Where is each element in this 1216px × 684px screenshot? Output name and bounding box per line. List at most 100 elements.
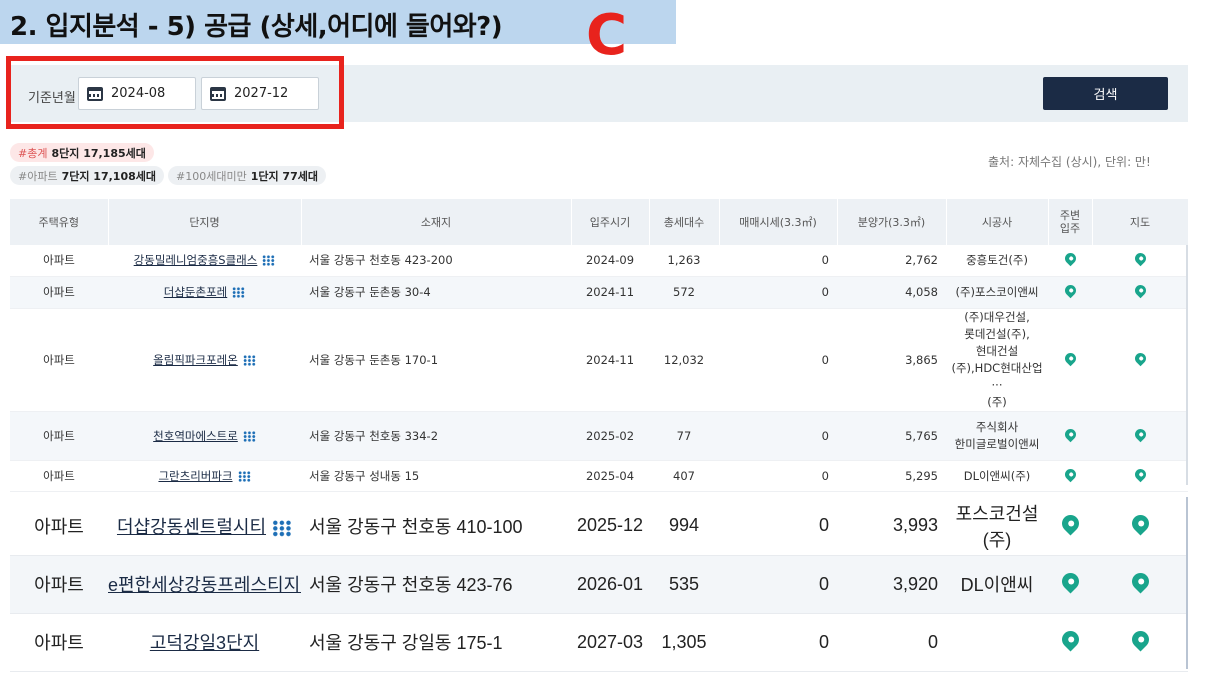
col-header[interactable]: 분양가(3.3㎡) <box>837 199 947 245</box>
col-header[interactable]: 총세대수 <box>649 199 720 245</box>
col-header[interactable]: 소재지 <box>301 199 572 245</box>
cell-type: 아파트 <box>10 497 108 556</box>
complex-name-link[interactable]: e편한세상강동프레스티지원 <box>108 575 301 595</box>
apartment-tag: #아파트 <box>18 169 58 183</box>
cell-date: 2024-11 <box>571 308 649 412</box>
map-pin-icon[interactable] <box>1057 569 1083 594</box>
grid-dots-icon[interactable] <box>242 430 256 442</box>
search-button[interactable]: 검색 <box>1043 77 1168 110</box>
map-pin-icon[interactable] <box>1132 426 1148 442</box>
cell-units: 994 <box>649 497 719 556</box>
col-header[interactable]: 입주시기 <box>571 199 650 245</box>
cell-name: 천호역마에스트로 <box>108 411 301 461</box>
cell-builder <box>946 613 1048 672</box>
grid-dots-icon[interactable] <box>232 287 246 298</box>
cell-offer-price: 5,295 <box>837 460 946 492</box>
cell-sale-price: 0 <box>719 276 837 309</box>
cell-nearby <box>1048 411 1092 461</box>
highlight-box <box>6 56 344 129</box>
cell-sale-price: 0 <box>719 497 837 556</box>
map-pin-icon[interactable] <box>1132 282 1148 299</box>
cell-nearby <box>1048 245 1092 277</box>
cell-name: 그란츠리버파크 <box>108 460 301 492</box>
map-pin-icon[interactable] <box>1062 350 1078 366</box>
col-header[interactable]: 매매시세(3.3㎡) <box>719 199 838 245</box>
supply-table: 주택유형 단지명 소재지 입주시기 총세대수 매매시세(3.3㎡) 분양가(3.… <box>10 199 1189 492</box>
complex-name-link[interactable]: 고덕강일3단지 <box>150 633 259 653</box>
complex-name-link[interactable]: 강동밀레니엄중흥S클래스 <box>134 253 258 267</box>
complex-name-link[interactable]: 그란츠리버파크 <box>158 469 232 483</box>
grid-dots-icon[interactable] <box>262 255 276 267</box>
cell-units: 12,032 <box>649 308 719 412</box>
map-pin-icon[interactable] <box>1062 466 1078 482</box>
cell-sale-price: 0 <box>719 411 837 461</box>
table-scrollbar[interactable] <box>1186 497 1188 669</box>
cell-address: 서울 강동구 천호동 410-100 <box>301 497 571 556</box>
cell-map <box>1092 245 1188 277</box>
complex-name-link[interactable]: 더샵강동센트럴시티 <box>117 517 266 537</box>
map-pin-icon[interactable] <box>1132 350 1148 366</box>
cell-map <box>1092 411 1188 461</box>
cell-map <box>1092 497 1188 556</box>
cell-name: 올림픽파크포레온 <box>108 308 301 412</box>
apartment-value: 7단지 17,108세대 <box>61 169 156 183</box>
cell-date: 2027-03 <box>571 613 649 672</box>
map-pin-icon[interactable] <box>1127 627 1153 652</box>
cell-address: 서울 강동구 천호동 334-2 <box>301 411 571 461</box>
cell-address: 서울 강동구 천호동 423-76 <box>301 555 571 614</box>
map-pin-icon[interactable] <box>1057 511 1083 536</box>
cell-builder: 중흥토건(주) <box>946 245 1048 277</box>
table-row: 아파트 그란츠리버파크 서울 강동구 성내동 15 2025-04 407 0 … <box>10 460 1188 492</box>
col-header[interactable]: 주택유형 <box>10 199 109 245</box>
map-pin-icon[interactable] <box>1127 511 1153 536</box>
complex-name-link[interactable]: 더샵둔촌포레 <box>164 285 227 299</box>
cell-name: 더샵둔촌포레 <box>108 276 301 309</box>
cell-nearby <box>1048 613 1092 672</box>
cell-type: 아파트 <box>10 308 108 412</box>
cell-address: 서울 강동구 강일동 175-1 <box>301 613 571 672</box>
cell-name: 강동밀레니엄중흥S클래스 <box>108 245 301 277</box>
cell-sale-price: 0 <box>719 245 837 277</box>
supply-table-zoomed: 아파트 더샵강동센트럴시티 서울 강동구 천호동 410-100 2025-12… <box>10 497 1188 672</box>
cell-builder: 주식회사 한미글로벌이앤씨 <box>946 411 1048 461</box>
table-row: 아파트 천호역마에스트로 서울 강동구 천호동 334-2 2025-02 77… <box>10 411 1188 461</box>
cell-date: 2025-12 <box>571 497 649 556</box>
table-header-row: 주택유형 단지명 소재지 입주시기 총세대수 매매시세(3.3㎡) 분양가(3.… <box>10 199 1189 245</box>
table-scrollbar[interactable] <box>1186 245 1188 485</box>
map-pin-icon[interactable] <box>1127 569 1153 594</box>
complex-name-link[interactable]: 천호역마에스트로 <box>153 429 238 443</box>
cell-nearby <box>1048 308 1092 412</box>
cell-type: 아파트 <box>10 411 108 461</box>
source-note: 출처: 자체수집 (상시), 단위: 만! <box>988 155 1151 169</box>
cell-date: 2024-09 <box>571 245 649 277</box>
cell-nearby <box>1048 276 1092 309</box>
map-pin-icon[interactable] <box>1132 250 1148 267</box>
grid-dots-icon[interactable] <box>237 470 251 482</box>
cell-map <box>1092 308 1188 412</box>
map-pin-icon[interactable] <box>1062 426 1078 442</box>
col-header[interactable]: 단지명 <box>108 199 302 245</box>
grid-dots-icon[interactable] <box>272 519 293 537</box>
cell-offer-price: 0 <box>837 613 946 672</box>
complex-name-link[interactable]: 올림픽파크포레온 <box>153 353 238 367</box>
col-header[interactable]: 시공사 <box>946 199 1049 245</box>
cell-units: 535 <box>649 555 719 614</box>
small-complex-tag: #100세대미만 <box>176 169 247 183</box>
cell-sale-price: 0 <box>719 460 837 492</box>
map-pin-icon[interactable] <box>1132 466 1148 482</box>
table-row: 아파트 강동밀레니엄중흥S클래스 서울 강동구 천호동 423-200 2024… <box>10 245 1188 277</box>
cell-offer-price: 5,765 <box>837 411 946 461</box>
col-header[interactable]: 주변 입주 <box>1048 199 1093 245</box>
cell-units: 572 <box>649 276 719 309</box>
cell-type: 아파트 <box>10 276 108 309</box>
map-pin-icon[interactable] <box>1062 282 1078 299</box>
cell-map <box>1092 460 1188 492</box>
grid-dots-icon[interactable] <box>242 354 256 366</box>
map-pin-icon[interactable] <box>1057 627 1083 652</box>
cell-units: 77 <box>649 411 719 461</box>
map-pin-icon[interactable] <box>1062 250 1078 267</box>
cell-map <box>1092 276 1188 309</box>
col-header[interactable]: 지도 <box>1092 199 1189 245</box>
cell-nearby <box>1048 460 1092 492</box>
cell-offer-price: 3,920 <box>837 555 946 614</box>
